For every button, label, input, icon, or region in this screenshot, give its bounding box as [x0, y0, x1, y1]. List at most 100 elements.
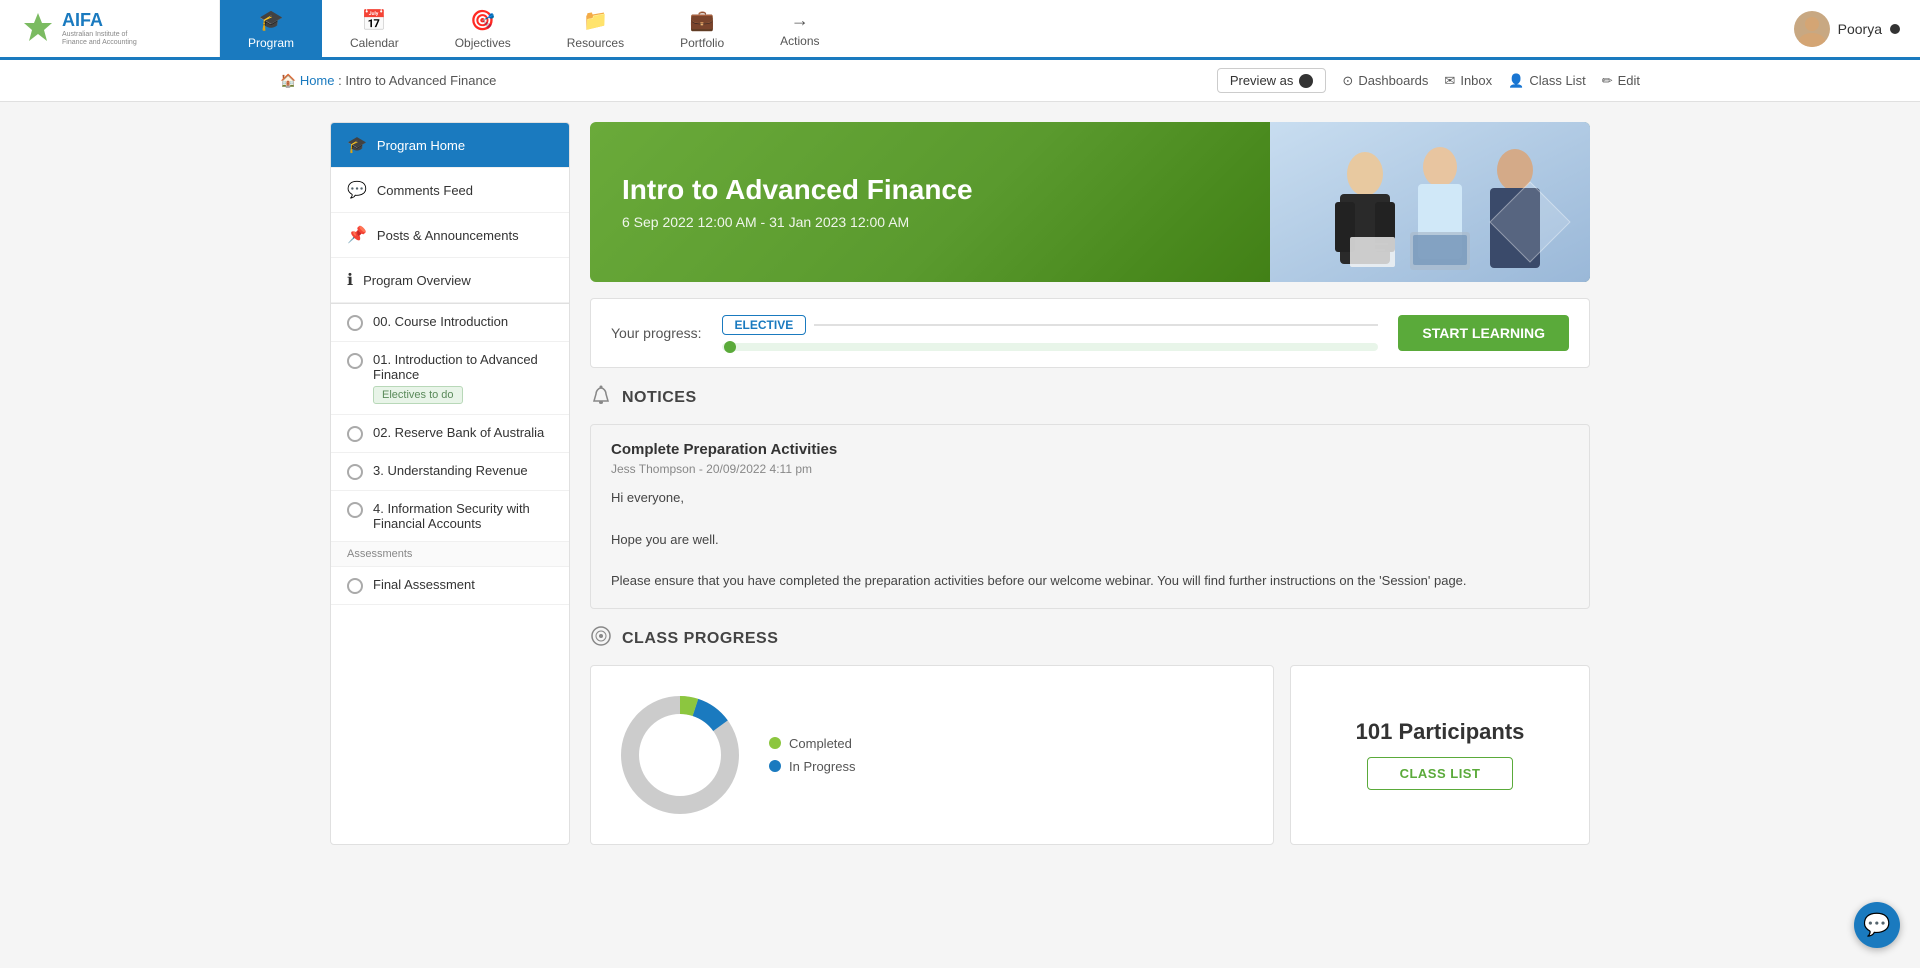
- progress-indicator: [724, 341, 736, 353]
- overview-icon: ℹ: [347, 270, 353, 290]
- progress-label: Your progress:: [611, 325, 702, 341]
- sidebar-module-04[interactable]: 4. Information Security with Financial A…: [331, 491, 569, 542]
- inbox-label: Inbox: [1460, 73, 1492, 88]
- legend-label-completed: Completed: [789, 736, 852, 751]
- legend-label-in-progress: In Progress: [789, 759, 855, 774]
- user-name: Poorya: [1838, 21, 1882, 37]
- legend-dot-completed: [769, 737, 781, 749]
- nav-item-resources[interactable]: 📁 Resources: [539, 0, 652, 60]
- calendar-icon: 📅: [362, 8, 387, 33]
- nav-label-portfolio: Portfolio: [680, 36, 724, 50]
- nav-label-actions: Actions: [780, 34, 819, 48]
- sidebar-final-assessment[interactable]: Final Assessment: [331, 567, 569, 605]
- breadcrumb-actions: Preview as ⊙ Dashboards ✉ Inbox 👤 Class …: [1217, 68, 1640, 93]
- class-progress-title: CLASS PROGRESS: [622, 630, 778, 648]
- module-01-label: 01. Introduction to Advanced Finance: [373, 352, 553, 382]
- avatar: [1794, 11, 1830, 47]
- logo-area: AIFA Australian Institute of Finance and…: [0, 0, 220, 57]
- class-progress-grid: Completed In Progress 101 Participants C…: [590, 665, 1590, 845]
- hero-text: Intro to Advanced Finance 6 Sep 2022 12:…: [590, 150, 1270, 254]
- nav-item-actions[interactable]: → Actions: [752, 0, 847, 60]
- notices-icon: [590, 384, 612, 412]
- chat-icon: 💬: [1863, 912, 1890, 938]
- hero-banner: Intro to Advanced Finance 6 Sep 2022 12:…: [590, 122, 1590, 282]
- sidebar-label-program-home: Program Home: [377, 138, 465, 153]
- sidebar-module-02[interactable]: 02. Reserve Bank of Australia: [331, 415, 569, 453]
- sidebar-item-overview[interactable]: ℹ Program Overview: [331, 258, 569, 303]
- sidebar-label-posts: Posts & Announcements: [377, 228, 519, 243]
- nav-item-portfolio[interactable]: 💼 Portfolio: [652, 0, 752, 60]
- sidebar-item-program-home[interactable]: 🎓 Program Home: [331, 123, 569, 168]
- sidebar-label-overview: Program Overview: [363, 273, 471, 288]
- sidebar: 🎓 Program Home 💬 Comments Feed 📌 Posts &…: [330, 122, 570, 845]
- breadcrumb: 🏠 Home : Intro to Advanced Finance: [280, 73, 496, 89]
- user-status-dot: [1890, 24, 1900, 34]
- actions-icon: →: [791, 10, 809, 31]
- assessments-section-label: Assessments: [331, 542, 569, 567]
- elective-badge: ELECTIVE: [722, 315, 807, 335]
- portfolio-icon: 💼: [690, 8, 715, 33]
- sidebar-label-comments-feed: Comments Feed: [377, 183, 473, 198]
- preview-dot: [1299, 74, 1313, 88]
- program-home-icon: 🎓: [347, 135, 367, 155]
- radio-module-00[interactable]: [347, 315, 363, 331]
- notices-section: NOTICES Complete Preparation Activities …: [590, 384, 1590, 609]
- electives-badge: Electives to do: [373, 386, 463, 404]
- class-progress-icon: [590, 625, 612, 653]
- content-area: Intro to Advanced Finance 6 Sep 2022 12:…: [590, 122, 1590, 845]
- nav-item-objectives[interactable]: 🎯 Objectives: [427, 0, 539, 60]
- nav-item-calendar[interactable]: 📅 Calendar: [322, 0, 427, 60]
- breadcrumb-home[interactable]: Home: [300, 73, 335, 88]
- notices-header: NOTICES: [590, 384, 1590, 412]
- notice-title-1: Complete Preparation Activities: [611, 441, 1569, 458]
- nav-label-objectives: Objectives: [455, 36, 511, 50]
- start-learning-button[interactable]: START LEARNING: [1398, 315, 1569, 351]
- sidebar-item-posts[interactable]: 📌 Posts & Announcements: [331, 213, 569, 258]
- nav-item-program[interactable]: 🎓 Program: [220, 0, 322, 60]
- radio-module-02[interactable]: [347, 426, 363, 442]
- preview-as-label: Preview as: [1230, 73, 1294, 88]
- radio-module-01[interactable]: [347, 353, 363, 369]
- notice-body-1: Hi everyone, Hope you are well. Please e…: [611, 488, 1569, 592]
- donut-card: Completed In Progress: [590, 665, 1274, 845]
- elective-bar: ELECTIVE: [722, 315, 1379, 335]
- edit-link[interactable]: ✏ Edit: [1602, 73, 1640, 89]
- legend-dot-in-progress: [769, 760, 781, 772]
- sidebar-module-01[interactable]: 01. Introduction to Advanced Finance Ele…: [331, 342, 569, 415]
- participants-card: 101 Participants CLASS LIST: [1290, 665, 1590, 845]
- dashboards-link[interactable]: ⊙ Dashboards: [1342, 73, 1428, 89]
- comments-icon: 💬: [347, 180, 367, 200]
- main-layout: 🎓 Program Home 💬 Comments Feed 📌 Posts &…: [310, 122, 1610, 845]
- sidebar-module-00[interactable]: 00. Course Introduction: [331, 304, 569, 342]
- class-list-link[interactable]: 👤 Class List: [1508, 73, 1586, 89]
- module-02-label: 02. Reserve Bank of Australia: [373, 425, 544, 440]
- top-nav: AIFA Australian Institute of Finance and…: [0, 0, 1920, 60]
- edit-label: Edit: [1618, 73, 1640, 88]
- class-progress-header: CLASS PROGRESS: [590, 625, 1590, 653]
- breadcrumb-bar: 🏠 Home : Intro to Advanced Finance Previ…: [0, 60, 1920, 102]
- inbox-icon: ✉: [1444, 73, 1455, 89]
- objectives-icon: 🎯: [470, 8, 495, 33]
- class-list-button[interactable]: CLASS LIST: [1367, 757, 1514, 790]
- notice-card-1: Complete Preparation Activities Jess Tho…: [590, 424, 1590, 609]
- legend-item-in-progress: In Progress: [769, 759, 855, 774]
- sidebar-item-comments-feed[interactable]: 💬 Comments Feed: [331, 168, 569, 213]
- progress-section: Your progress: ELECTIVE START LEARNING: [590, 298, 1590, 368]
- inbox-link[interactable]: ✉ Inbox: [1444, 73, 1492, 89]
- hero-title: Intro to Advanced Finance: [622, 174, 1238, 206]
- posts-icon: 📌: [347, 225, 367, 245]
- dashboards-icon: ⊙: [1342, 73, 1353, 89]
- radio-final-assessment[interactable]: [347, 578, 363, 594]
- class-progress-section: CLASS PROGRESS: [590, 625, 1590, 845]
- preview-as-button[interactable]: Preview as: [1217, 68, 1327, 93]
- user-area[interactable]: Poorya: [1774, 0, 1920, 57]
- sidebar-module-03[interactable]: 3. Understanding Revenue: [331, 453, 569, 491]
- radio-module-04[interactable]: [347, 502, 363, 518]
- radio-module-03[interactable]: [347, 464, 363, 480]
- nav-label-resources: Resources: [567, 36, 624, 50]
- chat-widget[interactable]: 💬: [1854, 902, 1900, 948]
- program-icon: 🎓: [259, 8, 284, 33]
- progress-bar: [722, 343, 1379, 351]
- resources-icon: 📁: [583, 8, 608, 33]
- logo-full: Australian Institute of Finance and Acco…: [62, 31, 152, 46]
